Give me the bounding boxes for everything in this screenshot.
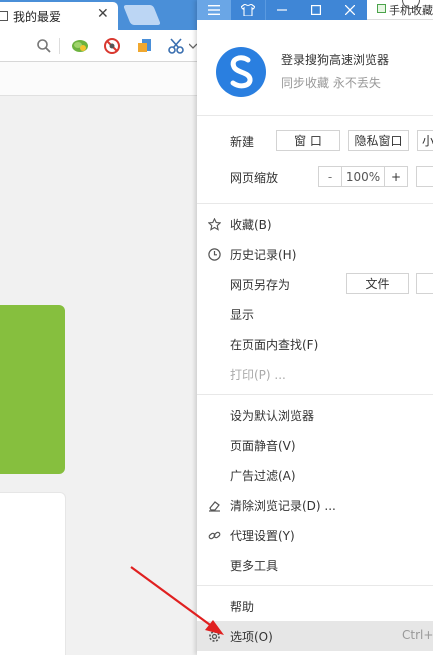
menu-item-history[interactable]: 历史记录(H): [197, 239, 433, 269]
menu-item-set-default[interactable]: 设为默认浏览器: [197, 400, 433, 430]
menu-item-mute[interactable]: 页面静音(V): [197, 430, 433, 460]
new-small-window-button[interactable]: 小: [417, 130, 433, 151]
close-icon[interactable]: [333, 0, 367, 20]
toolbar: [0, 30, 197, 62]
zoom-level: 100%: [341, 166, 385, 187]
page-icon: [0, 11, 8, 21]
search-icon[interactable]: [34, 36, 54, 56]
menu-item-label: 在页面内查找(F): [230, 338, 319, 352]
skin-icon[interactable]: [231, 0, 265, 20]
menu-item-clear-history[interactable]: 清除浏览记录(D) ...: [197, 490, 433, 520]
menu-item-label: 页面静音(V): [230, 439, 296, 453]
menu-item-label: 广告过滤(A): [230, 469, 296, 483]
zoom-out-button[interactable]: -: [318, 166, 342, 187]
scissors-icon[interactable]: [166, 36, 186, 56]
green-tile[interactable]: [0, 305, 65, 474]
star-icon: [207, 217, 221, 231]
main-menu-panel: 手机收藏夹 登录搜狗高速浏览器 同步收藏 永不丢失 新建 窗 口 隐私窗口 小 …: [197, 0, 433, 655]
menu-divider: [197, 203, 433, 204]
menu-item-show[interactable]: 显示: [197, 299, 433, 329]
lettuce-icon[interactable]: [70, 36, 90, 56]
maximize-icon[interactable]: [299, 0, 333, 20]
clock-icon: [207, 247, 221, 261]
menu-item-proxy[interactable]: 代理设置(Y): [197, 520, 433, 550]
menu-item-label: 历史记录(H): [230, 248, 297, 262]
eraser-icon: [207, 498, 221, 512]
minimize-icon[interactable]: [265, 0, 299, 20]
tab-favorites[interactable]: 我的最爱 ✕: [0, 2, 118, 30]
tab-title: 我的最爱: [13, 10, 62, 24]
gear-icon: [207, 629, 221, 643]
menu-item-options[interactable]: 选项(O) Ctrl+: [197, 621, 433, 651]
menu-item-find[interactable]: 在页面内查找(F): [197, 329, 433, 359]
menu-icon[interactable]: [197, 0, 231, 20]
login-title[interactable]: 登录搜狗高速浏览器: [281, 51, 389, 68]
save-as-more-button[interactable]: [416, 273, 433, 294]
login-subtitle: 同步收藏 永不丢失: [281, 76, 381, 90]
background-page-strip: 手机收藏夹: [367, 0, 433, 20]
login-section[interactable]: 登录搜狗高速浏览器 同步收藏 永不丢失: [197, 30, 433, 110]
menu-item-print[interactable]: 打印(P) ...: [197, 359, 433, 389]
menu-item-label: 选项(O): [230, 630, 273, 644]
toolbar-divider: [59, 38, 60, 54]
options-shortcut: Ctrl+: [402, 628, 433, 642]
menu-item-favorites[interactable]: 收藏(B): [197, 209, 433, 239]
address-bar[interactable]: [0, 62, 197, 96]
window-titlebar: 手机收藏夹: [197, 0, 433, 20]
zoom-in-button[interactable]: +: [384, 166, 408, 187]
menu-divider: [197, 115, 433, 116]
menu-item-label: 收藏(B): [230, 218, 272, 232]
mobile-favorites-label: 手机收藏夹: [389, 4, 433, 17]
new-private-window-button[interactable]: 隐私窗口: [348, 130, 409, 151]
menu-item-label: 帮助: [230, 600, 255, 614]
new-window-button[interactable]: 窗 口: [276, 130, 340, 151]
save-as-file-button[interactable]: 文件: [346, 273, 409, 294]
menu-item-label: 设为默认浏览器: [230, 409, 315, 423]
link-icon: [207, 528, 221, 542]
save-as-label: 网页另存为: [230, 278, 291, 292]
ad-block-icon[interactable]: [102, 36, 122, 56]
tab-close-icon[interactable]: ✕: [97, 6, 109, 22]
tab-bar: 我的最爱 ✕: [0, 0, 197, 30]
new-label: 新建: [230, 135, 255, 149]
window-controls: [197, 0, 367, 20]
menu-item-label: 打印(P) ...: [230, 368, 286, 382]
menu-item-ad-filter[interactable]: 广告过滤(A): [197, 460, 433, 490]
zoom-label: 网页缩放: [230, 171, 279, 185]
menu-item-more-tools[interactable]: 更多工具: [197, 550, 433, 580]
menu-divider: [197, 394, 433, 395]
menu-item-label: 更多工具: [230, 559, 279, 573]
menu-item-label: 清除浏览记录(D) ...: [230, 499, 336, 513]
checkbox-icon: [377, 4, 386, 13]
white-tile[interactable]: [0, 492, 66, 655]
screenshot-icon[interactable]: [135, 36, 155, 56]
menu-divider: [197, 585, 433, 586]
menu-item-label: 代理设置(Y): [230, 529, 295, 543]
menu-item-help[interactable]: 帮助: [197, 591, 433, 621]
menu-item-label: 显示: [230, 308, 255, 322]
new-tab-button[interactable]: [122, 5, 162, 25]
fullscreen-button[interactable]: [416, 166, 433, 187]
sogou-logo-icon[interactable]: [215, 46, 267, 98]
chevron-down-icon[interactable]: [188, 36, 197, 56]
